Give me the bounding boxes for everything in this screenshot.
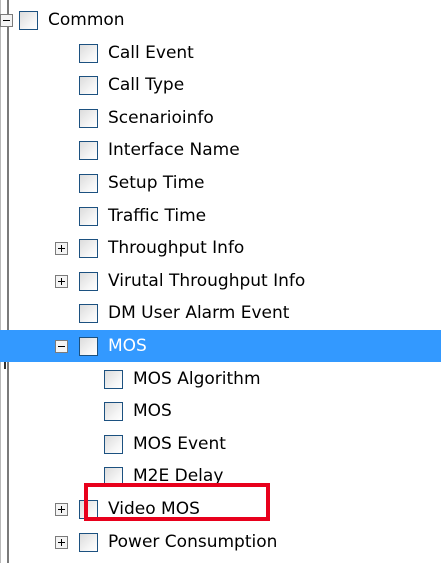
checkbox[interactable] bbox=[104, 402, 123, 422]
tree-item-label: Setup Time bbox=[108, 173, 205, 193]
checkbox[interactable] bbox=[79, 43, 98, 63]
checkbox[interactable] bbox=[79, 206, 98, 226]
tree-item-label: Call Event bbox=[108, 42, 194, 63]
expand-plus-icon[interactable] bbox=[55, 535, 68, 549]
tree-item-label: MOS Event bbox=[133, 433, 226, 454]
checkbox[interactable] bbox=[79, 108, 98, 128]
tree-item-label: Traffic Time bbox=[108, 205, 207, 226]
tree-row-mos[interactable]: MOS bbox=[0, 395, 441, 427]
tree-row-dm-user-alarm-event[interactable]: DM User Alarm Event bbox=[0, 297, 441, 329]
checkbox[interactable] bbox=[79, 271, 98, 291]
checkbox[interactable] bbox=[79, 337, 98, 356]
tree-item-label: Scenarioinfo bbox=[108, 107, 214, 128]
annotation-highlight-box bbox=[84, 483, 270, 521]
tree-item-label: Virutal Throughput Info bbox=[108, 270, 306, 291]
checkbox[interactable] bbox=[79, 174, 98, 193]
tree-row-call-type[interactable]: Call Type bbox=[0, 69, 441, 101]
tree-row-mos-event[interactable]: MOS Event bbox=[0, 428, 441, 460]
tree-row-call-event[interactable]: Call Event bbox=[0, 37, 441, 69]
checkbox[interactable] bbox=[79, 141, 98, 161]
tree-row-throughput-info[interactable]: Throughput Info bbox=[0, 232, 441, 264]
checkbox[interactable] bbox=[19, 11, 38, 30]
tree-item-label: Throughput Info bbox=[108, 238, 245, 259]
tree-row-power-consumption[interactable]: Power Consumption bbox=[0, 526, 441, 558]
checkbox[interactable] bbox=[104, 369, 123, 389]
tree-row-scenarioinfo[interactable]: Scenarioinfo bbox=[0, 102, 441, 134]
tree-item-label: MOS Algorithm bbox=[133, 368, 261, 389]
tree-row-traffic-time[interactable]: Traffic Time bbox=[0, 200, 441, 232]
tree-row-interface-name[interactable]: Interface Name bbox=[0, 134, 441, 166]
tree-item-label: Call Type bbox=[108, 75, 185, 96]
expand-plus-icon[interactable] bbox=[55, 503, 68, 516]
expand-plus-icon[interactable] bbox=[55, 242, 68, 256]
checkbox[interactable] bbox=[79, 239, 98, 259]
tree-item-label: DM User Alarm Event bbox=[108, 303, 290, 324]
tree-item-label: MOS bbox=[108, 336, 147, 356]
tree-item-label: Interface Name bbox=[108, 140, 240, 161]
checkbox[interactable] bbox=[79, 304, 98, 324]
tree-item-label: Power Consumption bbox=[108, 531, 278, 552]
collapse-minus-icon[interactable] bbox=[0, 14, 13, 27]
tree-row-common[interactable]: Common bbox=[0, 4, 441, 36]
tree-row-setup-time[interactable]: Setup Time bbox=[0, 167, 441, 199]
tree-item-label: Common bbox=[48, 10, 125, 30]
tree-item-label: MOS bbox=[133, 401, 172, 422]
collapse-minus-icon[interactable] bbox=[55, 340, 68, 353]
checkbox[interactable] bbox=[104, 434, 123, 454]
expand-plus-icon[interactable] bbox=[55, 274, 68, 288]
checkbox[interactable] bbox=[79, 76, 98, 96]
checkbox[interactable] bbox=[79, 532, 98, 552]
tree-row-mos[interactable]: MOS bbox=[0, 330, 441, 362]
tree-row-virutal-throughput-info[interactable]: Virutal Throughput Info bbox=[0, 265, 441, 297]
tree-row-mos-algorithm[interactable]: MOS Algorithm bbox=[0, 363, 441, 395]
